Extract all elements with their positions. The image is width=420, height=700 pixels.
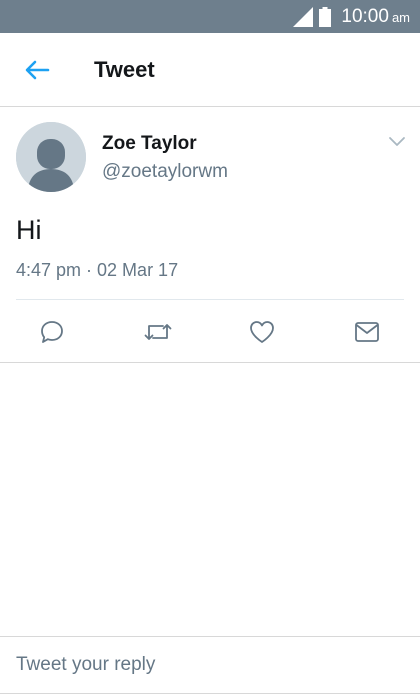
like-button[interactable]	[248, 318, 276, 346]
reply-icon	[41, 321, 63, 343]
status-time-value: 10:00	[341, 5, 389, 27]
reply-input-bar[interactable]: Tweet your reply	[0, 636, 420, 694]
page-title: Tweet	[94, 56, 155, 82]
tweet-author-row: Zoe Taylor @zoetaylorwm	[0, 108, 420, 204]
message-icon	[355, 322, 379, 342]
tweet-text: Hi	[16, 215, 42, 245]
signal-icon	[293, 6, 314, 27]
back-button[interactable]	[0, 33, 74, 107]
retweet-button[interactable]	[144, 318, 172, 346]
avatar[interactable]	[16, 122, 86, 192]
tweet-actions	[0, 300, 420, 362]
reply-input[interactable]: Tweet your reply	[16, 654, 155, 676]
direct-message-button[interactable]	[353, 318, 381, 346]
default-avatar-icon	[16, 122, 86, 192]
retweet-icon	[144, 324, 172, 340]
tweet-timestamp: 4:47 pm · 02 Mar 17	[16, 260, 179, 280]
like-icon	[250, 321, 274, 343]
back-arrow-icon	[25, 60, 50, 79]
reply-button[interactable]	[38, 318, 66, 346]
status-time-ampm: am	[391, 9, 410, 25]
status-time: 10:00 am	[341, 6, 410, 28]
chevron-down-icon[interactable]	[388, 134, 406, 148]
status-bar: 10:00 am	[0, 0, 420, 33]
author-name[interactable]: Zoe Taylor	[102, 133, 197, 155]
divider	[0, 362, 420, 363]
author-handle[interactable]: @zoetaylorwm	[102, 161, 228, 183]
battery-icon	[319, 6, 332, 27]
tweet-detail: Zoe Taylor @zoetaylorwm Hi 4:47 pm · 02 …	[0, 108, 420, 343]
app-bar: Tweet	[0, 33, 420, 107]
